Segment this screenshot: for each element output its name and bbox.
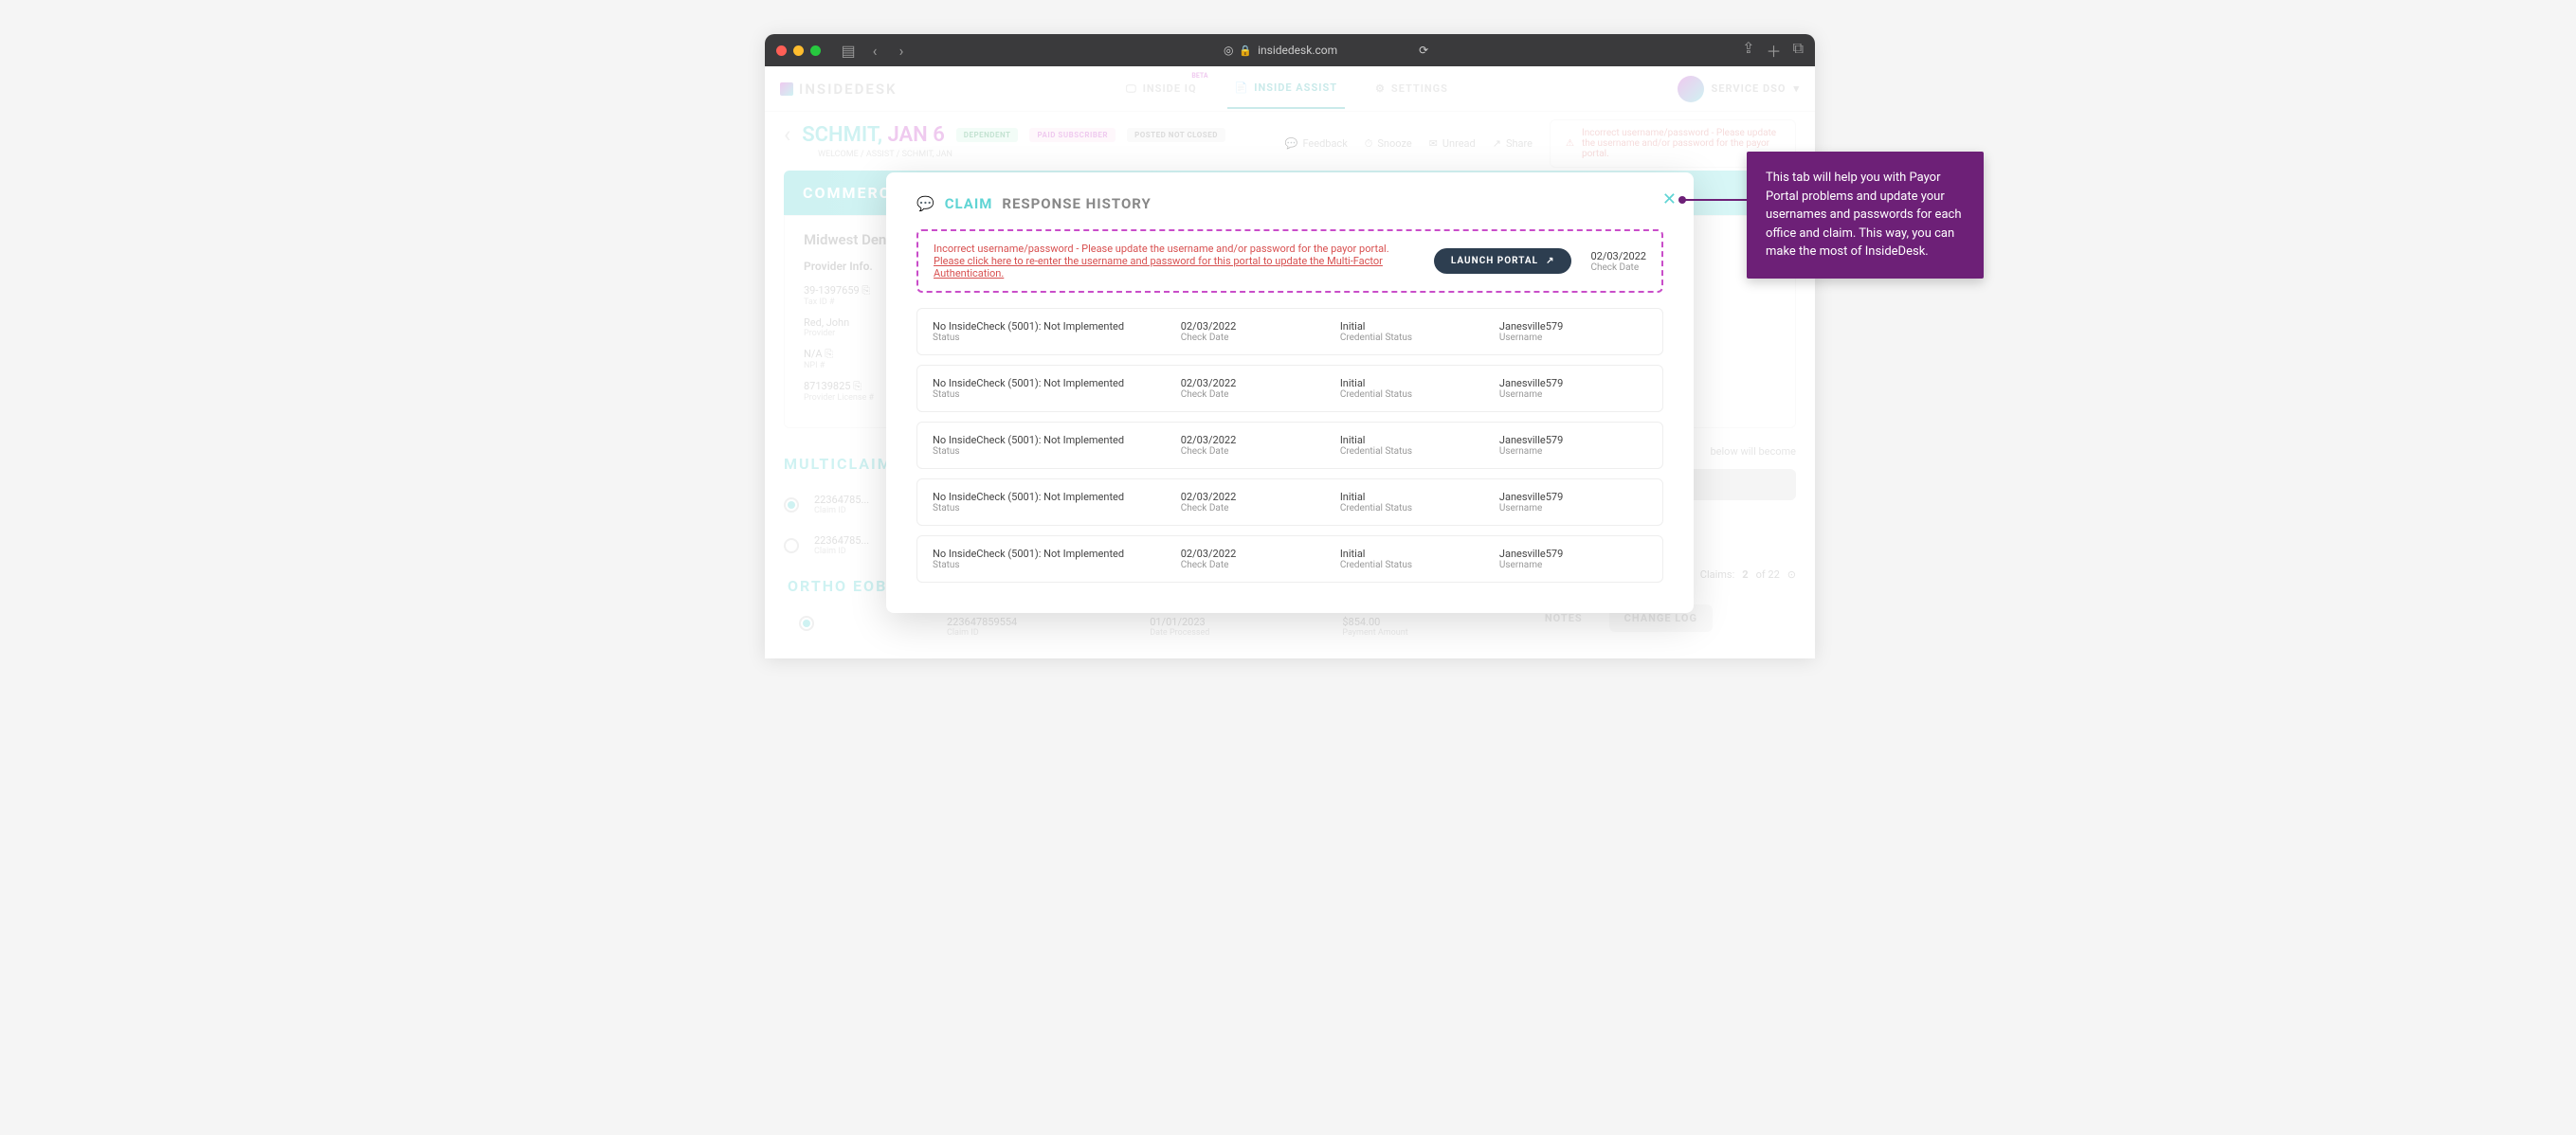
external-link-icon: ↗: [1546, 256, 1554, 266]
history-row: No InsideCheck (5001): Not ImplementedSt…: [916, 365, 1663, 412]
callout-pointer: [1682, 199, 1749, 201]
close-modal-icon[interactable]: ✕: [1662, 189, 1677, 209]
close-window-icon[interactable]: [776, 45, 787, 56]
minimize-window-icon[interactable]: [793, 45, 804, 56]
traffic-lights: [776, 45, 821, 56]
modal-title: 💬 CLAIM RESPONSE HISTORY: [916, 195, 1663, 212]
portal-warning-row: Incorrect username/password - Please upd…: [916, 229, 1663, 293]
claim-response-history-modal: 💬 CLAIM RESPONSE HISTORY ✕ Incorrect use…: [886, 172, 1694, 613]
warning-line-2-link[interactable]: Please click here to re-enter the userna…: [934, 255, 1415, 279]
history-row: No InsideCheck (5001): Not ImplementedSt…: [916, 422, 1663, 469]
shield-icon: ◎: [1224, 44, 1233, 57]
history-row: No InsideCheck (5001): Not ImplementedSt…: [916, 308, 1663, 355]
launch-portal-button[interactable]: LAUNCH PORTAL ↗: [1434, 248, 1572, 274]
chat-bubble-icon: 💬: [916, 195, 935, 212]
reload-icon[interactable]: ⟳: [1419, 44, 1428, 57]
url-text: insidedesk.com: [1258, 44, 1337, 57]
warning-line-1: Incorrect username/password - Please upd…: [934, 243, 1415, 255]
maximize-window-icon[interactable]: [810, 45, 821, 56]
browser-chrome: ▤ ‹ › ◎ 🔒 insidedesk.com ⟳ ⇪ ＋ ⧉: [765, 34, 1815, 66]
url-bar[interactable]: ◎ 🔒 insidedesk.com ⟳: [917, 44, 1734, 57]
history-row: No InsideCheck (5001): Not ImplementedSt…: [916, 535, 1663, 583]
history-row: No InsideCheck (5001): Not ImplementedSt…: [916, 478, 1663, 526]
help-callout: This tab will help you with Payor Portal…: [1747, 152, 1984, 279]
tabs-icon[interactable]: ⧉: [1793, 39, 1804, 62]
share-icon[interactable]: ⇪: [1742, 39, 1754, 62]
new-tab-icon[interactable]: ＋: [1767, 39, 1782, 62]
sidebar-icon[interactable]: ▤: [840, 42, 857, 59]
back-icon[interactable]: ‹: [866, 42, 883, 59]
forward-icon[interactable]: ›: [893, 42, 910, 59]
lock-icon: 🔒: [1239, 45, 1252, 57]
